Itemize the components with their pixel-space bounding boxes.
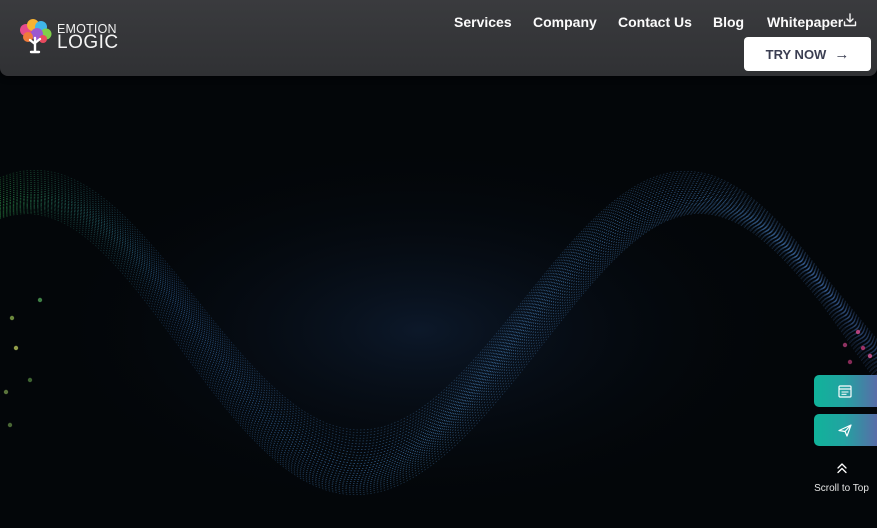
arrow-right-icon: → xyxy=(834,45,850,63)
scroll-to-top-label: Scroll to Top xyxy=(814,483,869,494)
brand-line-2: LOGIC xyxy=(57,32,119,53)
glow-particle xyxy=(842,342,848,348)
nav-link-services[interactable]: Services xyxy=(454,13,512,31)
glow-particle xyxy=(3,389,9,395)
browser-window-icon xyxy=(838,384,852,398)
nav-link-company[interactable]: Company xyxy=(533,13,597,31)
glow-particle xyxy=(27,377,33,383)
glow-particle xyxy=(37,297,43,303)
glow-particle xyxy=(9,315,15,321)
glow-particle xyxy=(13,345,19,351)
tree-logo-icon xyxy=(20,19,52,54)
glow-particle xyxy=(867,353,873,359)
hero-wave-background xyxy=(0,0,877,528)
glow-particle xyxy=(7,422,13,428)
double-chevron-up-icon xyxy=(836,463,847,474)
top-navbar: EMOTION LOGIC Services Company Contact U… xyxy=(0,0,877,76)
nav-link-whitepaper[interactable]: Whitepaper xyxy=(767,13,843,31)
paper-plane-icon xyxy=(838,423,852,437)
side-action-send-button[interactable] xyxy=(814,414,877,446)
download-icon[interactable] xyxy=(843,13,857,27)
side-action-window-button[interactable] xyxy=(814,375,877,407)
scroll-to-top-button[interactable]: Scroll to Top xyxy=(806,462,877,494)
nav-link-blog[interactable]: Blog xyxy=(713,13,744,31)
try-now-label: TRY NOW xyxy=(765,46,827,62)
try-now-button[interactable]: TRY NOW → xyxy=(744,37,871,71)
glow-particle xyxy=(860,345,866,351)
nav-link-contact-us[interactable]: Contact Us xyxy=(618,13,692,31)
brand-logo[interactable]: EMOTION LOGIC xyxy=(16,18,126,58)
glow-particle xyxy=(847,359,853,365)
glow-particle xyxy=(855,329,861,335)
